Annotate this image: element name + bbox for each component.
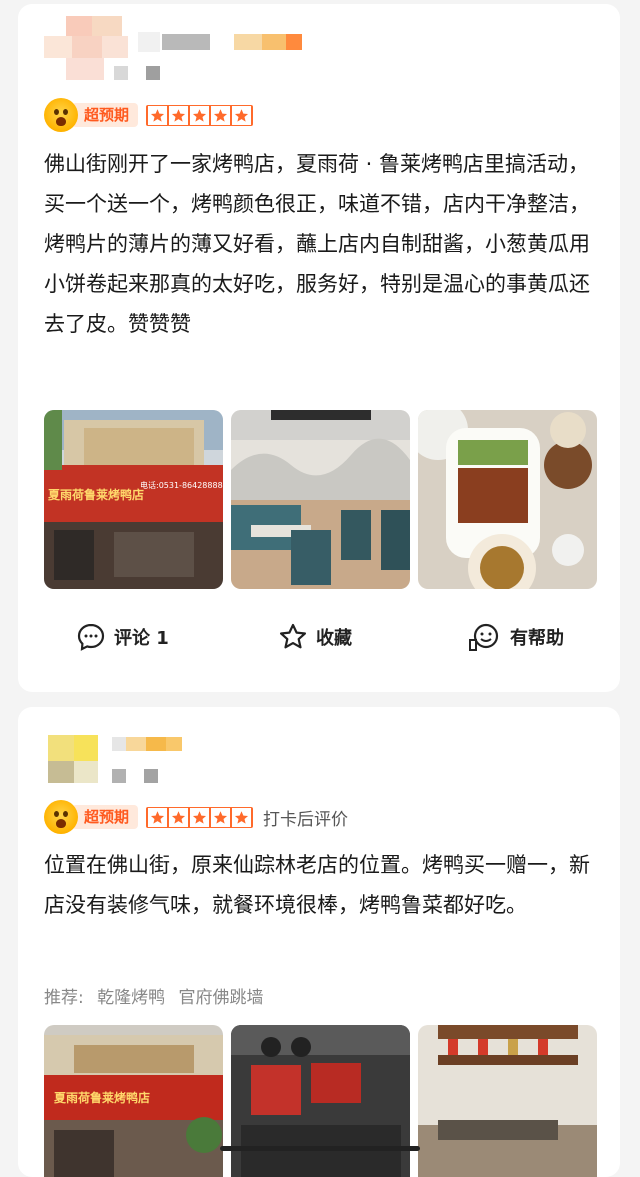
star-rating	[146, 104, 254, 126]
user-level-blurred	[114, 66, 184, 84]
star-icon	[190, 105, 210, 125]
rating-row: 超预期	[44, 98, 254, 132]
star-icon	[169, 105, 189, 125]
star-icon	[232, 807, 252, 827]
favorite-button[interactable]: 收藏	[278, 622, 352, 652]
recommend-label: 推荐:	[44, 988, 84, 1008]
star-outline-icon	[280, 623, 306, 649]
recommend-item[interactable]: 乾隆烤鸭	[97, 988, 165, 1008]
user-level-blurred	[112, 769, 172, 785]
photo-storefront[interactable]: 夏雨荷鲁莱烤鸭店	[44, 1025, 223, 1177]
user-name-blurred[interactable]	[112, 737, 202, 755]
comment-label: 评论 1	[114, 628, 169, 649]
star-icon	[211, 807, 231, 827]
review-text[interactable]: 位置在佛山街，原来仙踪林老店的位置。烤鸭买一赠一，新店没有装修气味，就餐环境很棒…	[44, 845, 600, 925]
photo-storefront[interactable]: 夏雨荷鲁莱烤鸭店 电话:0531-86428888	[44, 410, 223, 589]
review-text[interactable]: 佛山街刚开了一家烤鸭店，夏雨荷 · 鲁莱烤鸭店里搞活动，买一个送一个，烤鸭颜色很…	[44, 144, 600, 344]
rating-row: 超预期 打卡后评价	[44, 800, 348, 834]
photo-store-shelf[interactable]	[418, 1025, 597, 1177]
helpful-label: 有帮助	[510, 628, 564, 649]
review-card: 超预期 佛山街刚开了一家烤鸭店，夏雨荷 · 鲁莱烤鸭店里搞活动，买一个送一个，烤…	[18, 4, 620, 692]
recommended-dishes: 推荐: 乾隆烤鸭 官府佛跳墙	[44, 983, 272, 1008]
exceeds-expectation-badge: 超预期	[72, 805, 139, 829]
photo-store-interior[interactable]	[231, 1025, 410, 1177]
photo-grid: 夏雨荷鲁莱烤鸭店 电话:0531-86428888	[44, 410, 597, 589]
helpful-smile-icon	[469, 623, 499, 651]
star-icon	[169, 807, 189, 827]
comment-button[interactable]: 评论 1	[76, 622, 169, 652]
store-sign-text: 夏雨荷鲁莱烤鸭店	[48, 488, 145, 502]
surprised-face-icon	[44, 800, 78, 834]
home-indicator[interactable]	[220, 1146, 420, 1151]
checkin-review-label: 打卡后评价	[263, 809, 349, 830]
surprised-face-icon	[44, 98, 78, 132]
review-action-bar: 评论 1 收藏 有帮助	[18, 606, 620, 666]
user-name-blurred[interactable]	[138, 32, 318, 54]
store-phone-text: 电话:0531-86428888	[140, 481, 223, 490]
favorite-label: 收藏	[316, 628, 352, 649]
star-icon	[211, 105, 231, 125]
review-card: 超预期 打卡后评价 位置在佛山街，原来仙踪林老店的位置。烤鸭买一赠一，新店没有装…	[18, 707, 620, 1177]
helpful-button[interactable]: 有帮助	[468, 622, 564, 652]
photo-grid: 夏雨荷鲁莱烤鸭店	[44, 1025, 597, 1177]
star-icon	[190, 807, 210, 827]
photo-roast-duck-dishes[interactable]	[418, 410, 597, 589]
photo-dining-room[interactable]	[231, 410, 410, 589]
comment-icon	[77, 623, 105, 651]
star-icon	[232, 105, 252, 125]
exceeds-expectation-badge: 超预期	[72, 103, 139, 127]
star-icon	[148, 105, 168, 125]
star-icon	[148, 807, 168, 827]
recommend-item[interactable]: 官府佛跳墙	[179, 988, 264, 1008]
star-rating	[146, 806, 254, 828]
user-avatar-blurred[interactable]	[48, 735, 104, 787]
store-sign-text: 夏雨荷鲁莱烤鸭店	[54, 1091, 151, 1105]
